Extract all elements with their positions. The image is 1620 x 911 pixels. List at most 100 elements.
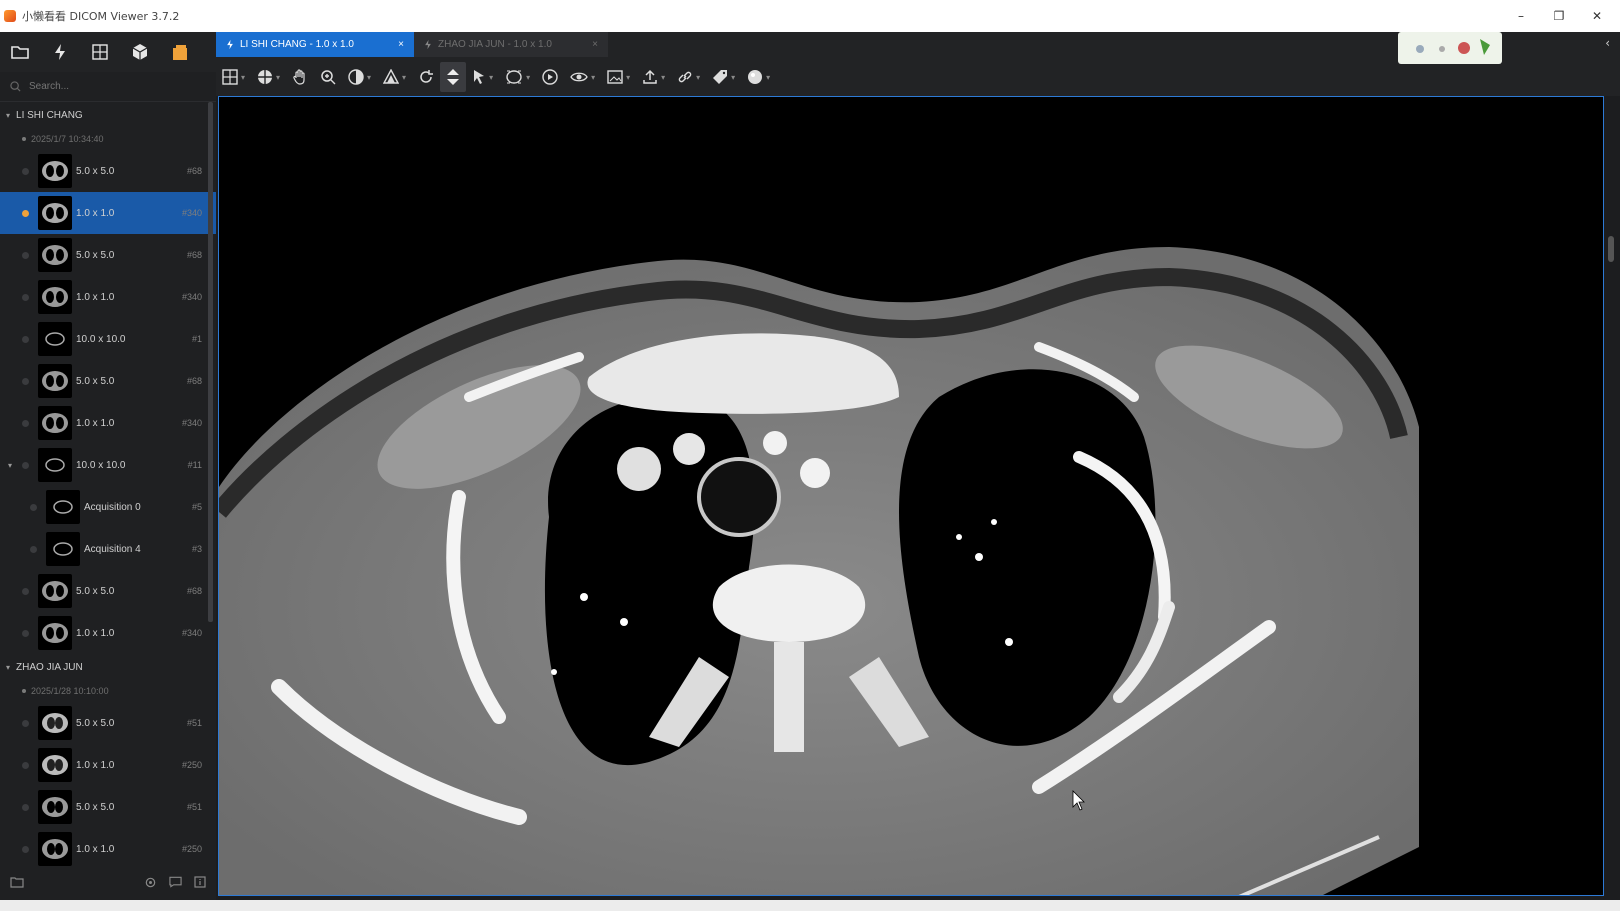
pan-tool[interactable] (286, 62, 314, 92)
tab-li-shi-chang[interactable]: LI SHI CHANG - 1.0 x 1.0 × (216, 32, 414, 57)
series-thumbnail (38, 574, 72, 608)
restore-button[interactable]: ❐ (1540, 0, 1578, 32)
series-item[interactable]: 5.0 x 5.0 #51 (0, 702, 216, 744)
series-item[interactable]: 5.0 x 5.0 #68 (0, 360, 216, 402)
tab-zhao-jia-jun[interactable]: ZHAO JIA JUN - 1.0 x 1.0 × (414, 32, 608, 57)
settings-button[interactable] (144, 876, 157, 889)
3d-button[interactable] (120, 32, 160, 72)
series-item-expandable[interactable]: ▾ 10.0 x 10.0 #11 (0, 444, 216, 486)
series-status-dot (22, 167, 29, 175)
zoom-tool[interactable] (314, 62, 342, 92)
comment-button[interactable] (169, 876, 182, 888)
series-item[interactable]: 5.0 x 5.0 #68 (0, 150, 216, 192)
sidebar-scrollbar[interactable] (208, 102, 213, 622)
zoom-icon (321, 70, 336, 85)
plugins-button[interactable] (160, 32, 200, 72)
tab-label: ZHAO JIA JUN - 1.0 x 1.0 (438, 39, 552, 50)
grid-layout-icon (222, 69, 238, 85)
series-thumbnail (46, 490, 80, 524)
export-tool[interactable]: ▾ (636, 62, 671, 92)
open-folder-button[interactable] (0, 32, 40, 72)
series-item[interactable]: 1.0 x 1.0 #250 (0, 828, 216, 870)
collapse-panel-button[interactable]: ‹ (1605, 36, 1610, 50)
filter-icon (383, 69, 400, 84)
app-logo-icon (4, 10, 16, 22)
image-tool[interactable]: ▾ (601, 62, 636, 92)
series-thumbnail (38, 322, 72, 356)
tag-tool[interactable]: ▾ (706, 62, 741, 92)
folder-tree-button[interactable] (10, 876, 24, 888)
series-status-dot (22, 335, 29, 343)
user-avatar-icon (1416, 39, 1490, 55)
roi-tool[interactable]: ▾ (499, 62, 536, 92)
ct-chest-axial-image (219, 97, 1603, 895)
lightning-icon (55, 44, 65, 60)
scout-thumbnail-icon (45, 458, 65, 472)
patient-header[interactable]: ▾ ZHAO JIA JUN (0, 654, 216, 680)
series-count: #68 (186, 166, 202, 176)
lightning-icon (227, 39, 233, 50)
info-button[interactable] (194, 876, 206, 888)
series-thumbnail (38, 406, 72, 440)
series-item-selected[interactable]: 1.0 x 1.0 #340 (0, 192, 216, 234)
quick-action-button[interactable] (40, 32, 80, 72)
series-thumbnail (38, 748, 72, 782)
series-item[interactable]: 1.0 x 1.0 #250 (0, 744, 216, 786)
link-tool[interactable]: ▾ (671, 62, 706, 92)
series-item[interactable]: 1.0 x 1.0 #340 (0, 612, 216, 654)
series-item[interactable]: 1.0 x 1.0 #340 (0, 276, 216, 318)
scrollbar-thumb[interactable] (1608, 236, 1614, 262)
series-thumbnail (38, 706, 72, 740)
rotate-tool[interactable] (412, 62, 440, 92)
chevron-down-icon: ▾ (6, 662, 11, 672)
series-item-child[interactable]: Acquisition 4 #3 (0, 528, 216, 570)
close-button[interactable]: ✕ (1578, 0, 1616, 32)
cine-tool[interactable] (536, 62, 564, 92)
series-status-dot (22, 377, 29, 385)
series-item[interactable]: 1.0 x 1.0 #340 (0, 402, 216, 444)
series-status-dot (22, 629, 29, 637)
series-item-child[interactable]: Acquisition 0 #5 (0, 486, 216, 528)
comment-icon (169, 876, 182, 888)
orientation-tool[interactable]: ▾ (251, 62, 286, 92)
patient-header[interactable]: ▾ LI SHI CHANG (0, 102, 216, 128)
series-count: #340 (181, 208, 202, 218)
series-list: 5.0 x 5.0 #51 1.0 x 1.0 #250 5.0 x 5.0 #51 … (0, 702, 216, 870)
series-label: 5.0 x 5.0 (76, 249, 115, 261)
gear-icon (145, 877, 156, 887)
study-date-row[interactable]: 2025/1/28 10:10:00 (0, 680, 216, 702)
viewport-scrollbar[interactable] (1606, 96, 1616, 896)
viewer-tabs: LI SHI CHANG - 1.0 x 1.0 × ZHAO JIA JUN … (216, 32, 608, 57)
tab-close-button[interactable]: × (398, 39, 404, 50)
series-label: 5.0 x 5.0 (76, 717, 115, 729)
minimize-button[interactable]: – (1502, 0, 1540, 32)
image-viewport[interactable] (218, 96, 1604, 896)
chest-ct-thumbnail-icon (42, 371, 68, 391)
hand-icon (293, 69, 305, 85)
series-label: 1.0 x 1.0 (76, 207, 115, 219)
tool-strip: ▾ ▾ ▾ ▾ ▾ ▾ ▾ ▾ ▾ ▾ ▾ ▾ (216, 58, 776, 96)
series-item[interactable]: 5.0 x 5.0 #68 (0, 570, 216, 612)
study-date: 2025/1/7 10:34:40 (31, 134, 104, 144)
search-input[interactable] (29, 81, 179, 92)
appearance-tool[interactable]: ▾ (741, 62, 776, 92)
scout-thumbnail-icon (53, 500, 73, 514)
chevron-down-icon[interactable]: ▾ (8, 461, 12, 470)
inspect-tool[interactable]: ▾ (564, 62, 601, 92)
mpr-button[interactable] (80, 32, 120, 72)
window-level-tool[interactable]: ▾ (342, 62, 377, 92)
tab-close-button[interactable]: × (592, 39, 598, 50)
filter-tool[interactable]: ▾ (377, 62, 412, 92)
layout-tool[interactable]: ▾ (216, 62, 251, 92)
study-date-row[interactable]: 2025/1/7 10:34:40 (0, 128, 216, 150)
user-avatar-panel[interactable] (1398, 32, 1502, 64)
select-tool[interactable]: ▾ (466, 62, 499, 92)
series-item[interactable]: 5.0 x 5.0 #51 (0, 786, 216, 828)
chest-ct-thumbnail-icon (42, 713, 68, 733)
scout-thumbnail-icon (53, 542, 73, 556)
series-item[interactable]: 5.0 x 5.0 #68 (0, 234, 216, 276)
image-icon (607, 70, 623, 84)
contrast-icon (348, 69, 364, 85)
series-item[interactable]: 10.0 x 10.0 #1 (0, 318, 216, 360)
scroll-tool[interactable] (440, 62, 467, 92)
